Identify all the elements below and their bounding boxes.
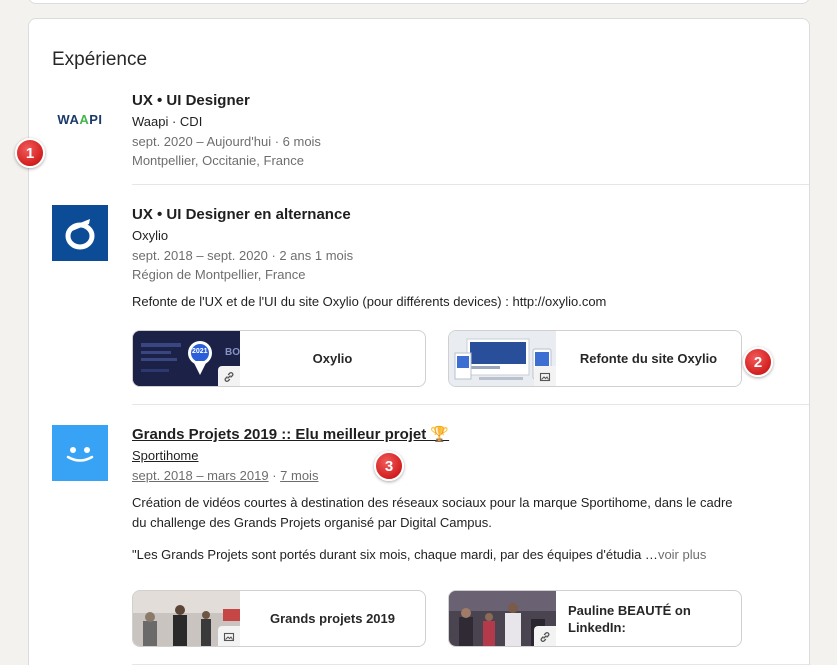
experience-entry-waapi: WA A PI UX • UI Designer Waapi · CDI sept.… (52, 91, 809, 187)
media-title: Refonte du site Oxylio (579, 351, 718, 366)
job-location: Région de Montpellier, France (132, 267, 306, 282)
annotation-marker-2: 2 (743, 347, 773, 377)
link-icon (218, 366, 240, 386)
duration-link[interactable]: 7 mois (280, 468, 318, 483)
media-card-grands-projets[interactable]: Grands projets 2019 (132, 590, 426, 647)
job-title: UX • UI Designer en alternance (132, 206, 351, 223)
company-name: Waapi · CDI (132, 114, 203, 129)
job-dates: sept. 2018 – mars 2019 · 7 mois (132, 468, 319, 483)
company-name: Oxylio (132, 228, 169, 243)
sportihome-logo[interactable] (52, 425, 108, 481)
divider (132, 184, 809, 185)
project-title-link[interactable]: Grands Projets 2019 :: Elu meilleur proj… (132, 425, 779, 445)
media-card-oxylio[interactable]: 2021 BO Oxylio (132, 330, 426, 387)
link-icon (534, 626, 556, 646)
previous-card (28, 0, 810, 4)
job-dates: sept. 2018 – sept. 2020 · 2 ans 1 mois (132, 248, 354, 263)
experience-card: Expérience WA A PI UX • UI Designer Waapi … (28, 18, 810, 665)
media-title: Grands projets 2019 (270, 611, 395, 626)
image-icon (534, 366, 556, 386)
dates-link[interactable]: sept. 2018 – mars 2019 (132, 468, 269, 483)
waapi-logo[interactable]: WA A PI (52, 91, 108, 147)
job-dates: sept. 2020 – Aujourd'hui · 6 mois (132, 134, 321, 149)
oxylio-logo[interactable] (52, 205, 108, 261)
divider (132, 404, 809, 405)
thumb-badge-text: 2021 (192, 348, 208, 355)
company-link[interactable]: Sportihome (132, 446, 779, 466)
media-card-refonte[interactable]: Refonte du site Oxylio (448, 330, 742, 387)
media-title: Oxylio (312, 351, 353, 366)
see-more-link[interactable]: voir plus (658, 547, 706, 562)
media-title: Pauline BEAUTÉ on LinkedIn: (568, 602, 691, 635)
sportihome-logo-icon (66, 447, 94, 462)
thumb-heading-text: BO (225, 347, 240, 358)
job-title: UX • UI Designer (132, 92, 250, 109)
annotation-marker-1: 1 (15, 138, 45, 168)
job-description: Création de vidéos courtes à destination… (132, 495, 733, 530)
media-card-pauline[interactable]: Pauline BEAUTÉ on LinkedIn: (448, 590, 742, 647)
oxylio-logo-icon (65, 219, 95, 250)
job-quote: "Les Grands Projets sont portés durant s… (132, 547, 707, 562)
image-icon (218, 626, 240, 646)
annotation-marker-3: 3 (374, 451, 404, 481)
job-description: Refonte de l'UX et de l'UI du site Oxyli… (132, 294, 607, 309)
job-location: Montpellier, Occitanie, France (132, 153, 304, 168)
section-title: Expérience (52, 49, 148, 70)
